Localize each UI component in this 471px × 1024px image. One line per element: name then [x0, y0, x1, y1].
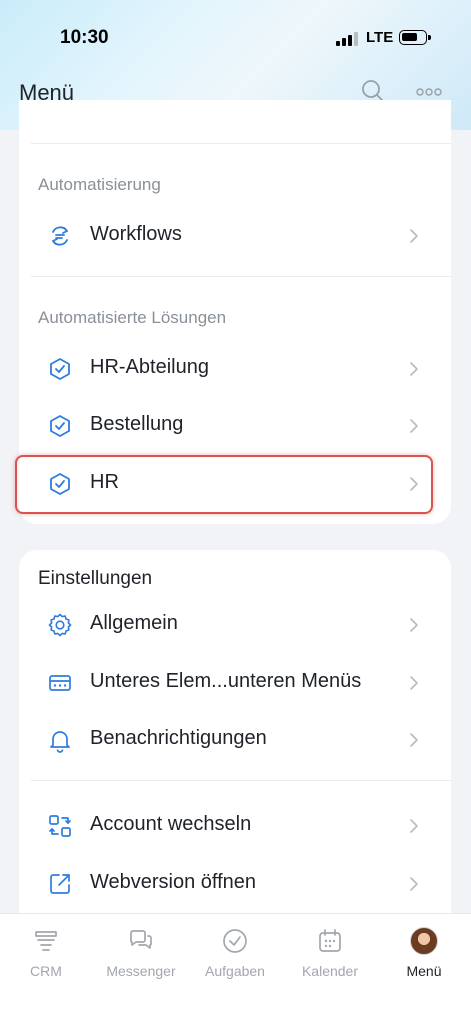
shield-check-icon — [50, 415, 70, 437]
tab-label: Aufgaben — [205, 963, 265, 979]
bottom-tab-bar: CRM Messenger Aufgaben Kalender Menü — [0, 913, 471, 1024]
chevron-right-icon — [410, 676, 418, 690]
menu-item-label: Benachrichtigungen — [90, 727, 267, 749]
section-title-settings: Einstellungen — [38, 568, 153, 589]
menu-item-switch-account[interactable]: Account wechseln — [19, 800, 451, 852]
menu-item-bestellung[interactable]: Bestellung — [19, 400, 451, 452]
gear-icon — [48, 613, 72, 637]
avatar — [410, 927, 438, 955]
tab-label: Menü — [406, 963, 442, 979]
chevron-right-icon — [410, 618, 418, 632]
section-label-solutions: Automatisierte Lösungen — [38, 308, 227, 327]
calendar-icon — [319, 929, 341, 952]
menu-item-label: HR-Abteilung — [90, 356, 209, 378]
bell-icon — [50, 731, 70, 753]
chevron-right-icon — [410, 819, 418, 833]
divider — [31, 143, 451, 144]
divider — [31, 276, 451, 277]
chevron-right-icon — [410, 733, 418, 747]
tab-label: CRM — [30, 963, 62, 979]
chat-icon — [130, 930, 152, 949]
menu-item-label: Unteres Elem...unteren Menüs — [90, 670, 362, 692]
status-bar: 10:30 LTE — [0, 0, 471, 78]
tab-messenger[interactable]: Messenger — [96, 914, 186, 994]
crm-icon — [35, 931, 57, 951]
section-label-automation: Automatisierung — [38, 175, 161, 194]
menu-item-label: Account wechseln — [90, 813, 252, 835]
menu-item-label: Workflows — [90, 223, 182, 245]
menu-item-hr-abteilung[interactable]: HR-Abteilung — [19, 343, 451, 395]
chevron-right-icon — [410, 419, 418, 433]
tab-label: Messenger — [106, 963, 176, 979]
status-time: 10:30 — [60, 27, 109, 48]
signal-icon — [336, 32, 358, 46]
menu-item-label: Webversion öffnen — [90, 871, 257, 893]
external-link-icon — [50, 874, 70, 894]
tab-aufgaben[interactable]: Aufgaben — [190, 914, 280, 994]
bottom-menu-icon — [49, 675, 71, 691]
network-type: LTE — [366, 29, 394, 46]
chevron-right-icon — [410, 362, 418, 376]
menu-item-web-version[interactable]: Webversion öffnen — [19, 858, 451, 910]
menu-item-bottom-menu[interactable]: Unteres Elem...unteren Menüs — [19, 657, 451, 709]
menu-card-settings: Einstellungen Allgemein Unteres Elem...u… — [19, 550, 451, 950]
tab-menu[interactable]: Menü — [379, 914, 469, 994]
menu-item-notifications[interactable]: Benachrichtigungen — [19, 714, 451, 766]
tab-kalender[interactable]: Kalender — [285, 914, 375, 994]
menu-item-allgemein[interactable]: Allgemein — [19, 599, 451, 651]
check-circle-icon — [223, 929, 247, 953]
shield-check-icon — [50, 358, 70, 380]
chevron-right-icon — [410, 229, 418, 243]
menu-item-workflows[interactable]: Workflows — [19, 210, 451, 262]
tab-label: Kalender — [301, 963, 359, 979]
more-icon[interactable] — [414, 82, 444, 102]
workflow-icon — [52, 226, 68, 246]
tab-crm[interactable]: CRM — [1, 914, 91, 994]
menu-item-label: Allgemein — [90, 612, 178, 634]
divider — [31, 780, 451, 781]
chevron-right-icon — [410, 877, 418, 891]
highlight-box — [15, 455, 433, 514]
switch-account-icon — [49, 815, 71, 837]
battery-icon — [399, 30, 431, 45]
menu-item-label: Bestellung — [90, 413, 184, 435]
